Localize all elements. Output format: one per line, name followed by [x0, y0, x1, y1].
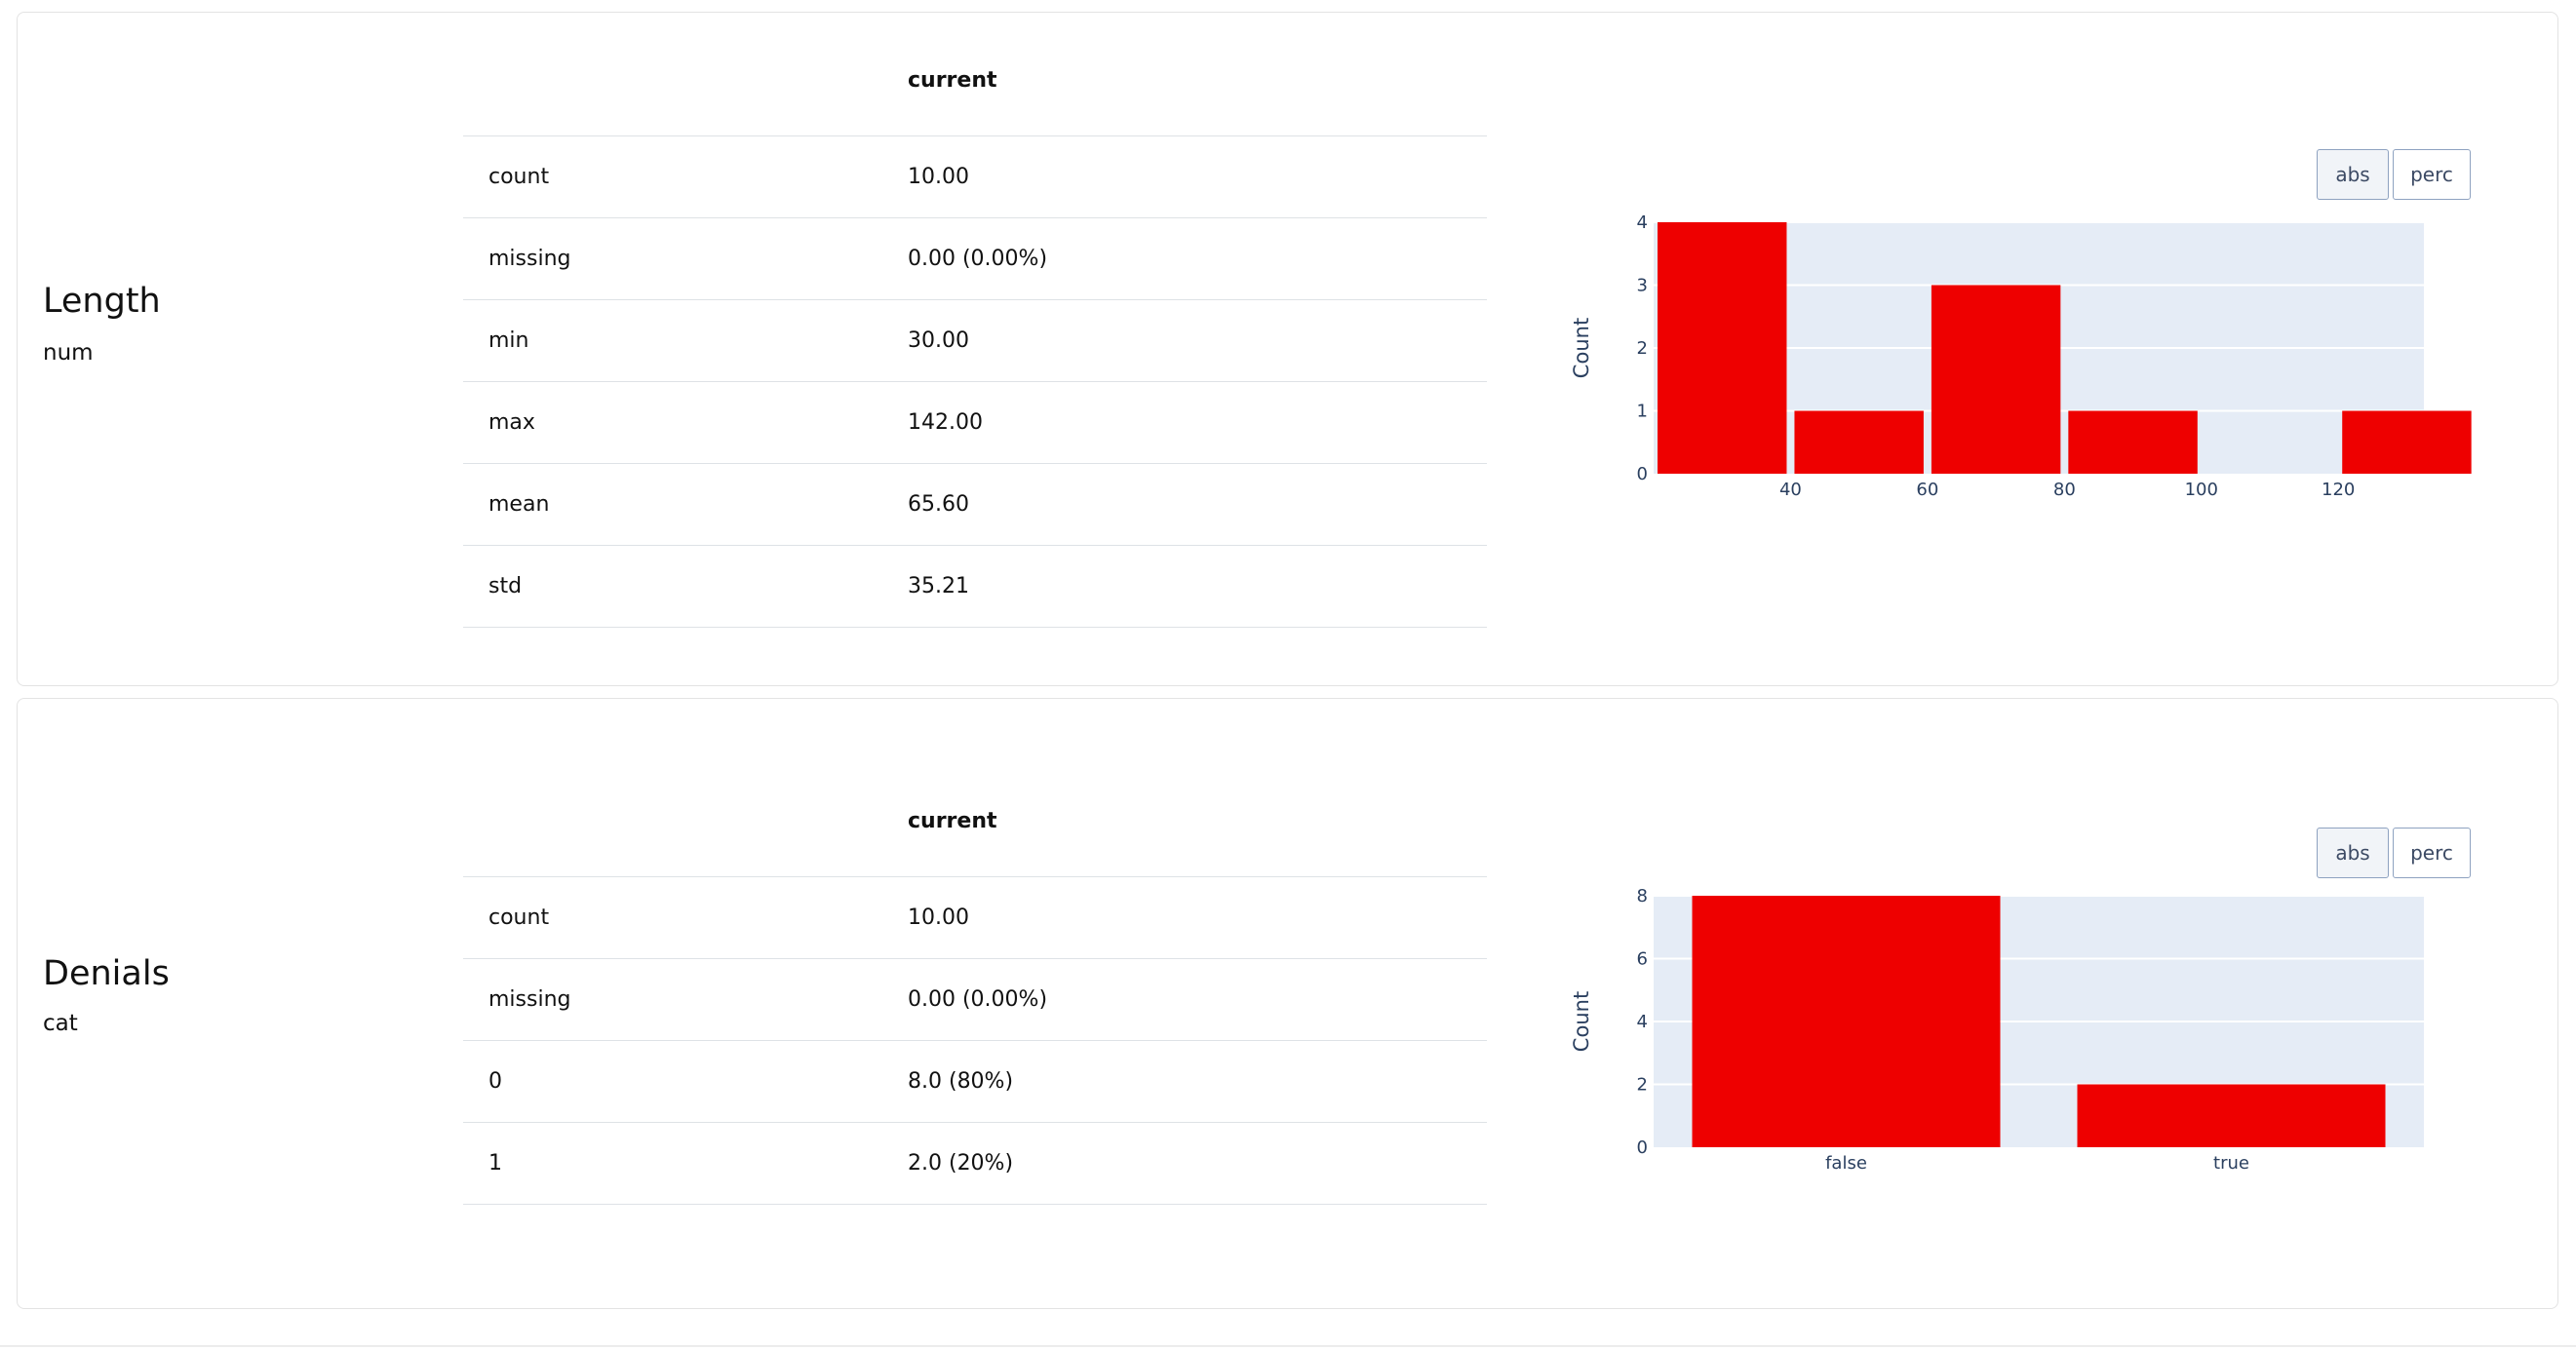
table-row: missing 0.00 (0.00%)	[463, 217, 1487, 300]
table-header-current: current	[908, 765, 1487, 877]
table-header-empty	[463, 24, 908, 136]
table-row: count 10.00	[463, 876, 1487, 959]
table-row: max 142.00	[463, 381, 1487, 464]
table-row: std 35.21	[463, 545, 1487, 628]
row-label: missing	[463, 217, 908, 300]
row-label: 1	[463, 1122, 908, 1205]
y-tick-label: 2	[1637, 338, 1648, 359]
histogram-bar	[1658, 222, 1787, 474]
stats-table: current count 10.00 missing 0.00 (0.00%) m…	[463, 24, 1487, 628]
bottom-divider	[0, 1345, 2576, 1347]
y-tick-label: 8	[1637, 886, 1648, 906]
y-tick-label: 0	[1637, 1137, 1648, 1158]
x-tick-label: 100	[2185, 480, 2218, 500]
row-label: missing	[463, 958, 908, 1041]
x-tick-label: 120	[2322, 480, 2355, 500]
row-value: 2.0 (20%)	[908, 1122, 1487, 1205]
table-row: missing 0.00 (0.00%)	[463, 958, 1487, 1041]
histogram-bar	[1931, 285, 2061, 474]
row-value: 0.00 (0.00%)	[908, 217, 1487, 300]
x-tick-label: 40	[1779, 480, 1802, 500]
stats-table: current count 10.00 missing 0.00 (0.00%) 0…	[463, 765, 1487, 1205]
table-row: 1 2.0 (20%)	[463, 1122, 1487, 1205]
row-value: 8.0 (80%)	[908, 1040, 1487, 1123]
row-label: 0	[463, 1040, 908, 1123]
row-value: 142.00	[908, 381, 1487, 464]
y-tick-label: 3	[1637, 276, 1648, 296]
y-tick-label: 4	[1637, 212, 1648, 233]
feature-name: Length	[43, 282, 161, 321]
row-value: 10.00	[908, 876, 1487, 959]
table-header-row: current	[463, 24, 1487, 136]
table-row: mean 65.60	[463, 463, 1487, 546]
category-bar	[2077, 1084, 2386, 1147]
row-value: 30.00	[908, 299, 1487, 382]
table-header-row: current	[463, 765, 1487, 877]
category-bar	[1692, 896, 2001, 1147]
row-value: 10.00	[908, 135, 1487, 218]
x-tick-label: false	[1825, 1153, 1867, 1174]
table-row: min 30.00	[463, 299, 1487, 382]
y-tick-label: 6	[1637, 949, 1648, 970]
table-row: count 10.00	[463, 135, 1487, 218]
feature-type: num	[43, 340, 94, 366]
row-label: max	[463, 381, 908, 464]
x-tick-label: 80	[2053, 480, 2076, 500]
histogram-chart: abs perc 0 1 2 3 4 Count 40 60 80 100 120	[1551, 149, 2487, 539]
feature-name: Denials	[43, 954, 170, 993]
feature-type: cat	[43, 1011, 78, 1036]
row-label: mean	[463, 463, 908, 546]
row-label: count	[463, 876, 908, 959]
row-value: 35.21	[908, 545, 1487, 628]
table-header-empty	[463, 765, 908, 877]
x-tick-label: 60	[1916, 480, 1938, 500]
histogram-svg: 0 1 2 3 4 Count 40 60 80 100 120	[1570, 212, 2472, 500]
row-value: 65.60	[908, 463, 1487, 546]
bar-chart: abs perc 0 2 4 6 8 Count false true	[1551, 828, 2487, 1217]
y-tick-label: 2	[1637, 1075, 1648, 1096]
row-value: 0.00 (0.00%)	[908, 958, 1487, 1041]
row-label: std	[463, 545, 908, 628]
bar-chart-svg: 0 2 4 6 8 Count false true	[1570, 886, 2424, 1174]
histogram-bar	[2068, 410, 2198, 474]
feature-card-length: Length num current count 10.00 missing 0.0…	[17, 12, 2558, 686]
x-tick-label: true	[2213, 1153, 2249, 1174]
y-tick-label: 1	[1637, 402, 1648, 422]
y-tick-label: 0	[1637, 464, 1648, 484]
row-label: min	[463, 299, 908, 382]
y-axis-title: Count	[1570, 318, 1593, 378]
histogram-bar	[2342, 410, 2472, 474]
table-header-current: current	[908, 24, 1487, 136]
histogram-bar	[1794, 410, 1924, 474]
feature-card-denials: Denials cat current count 10.00 missing 0.…	[17, 698, 2558, 1309]
y-tick-label: 4	[1637, 1012, 1648, 1032]
row-label: count	[463, 135, 908, 218]
y-axis-title: Count	[1570, 991, 1593, 1052]
table-row: 0 8.0 (80%)	[463, 1040, 1487, 1123]
